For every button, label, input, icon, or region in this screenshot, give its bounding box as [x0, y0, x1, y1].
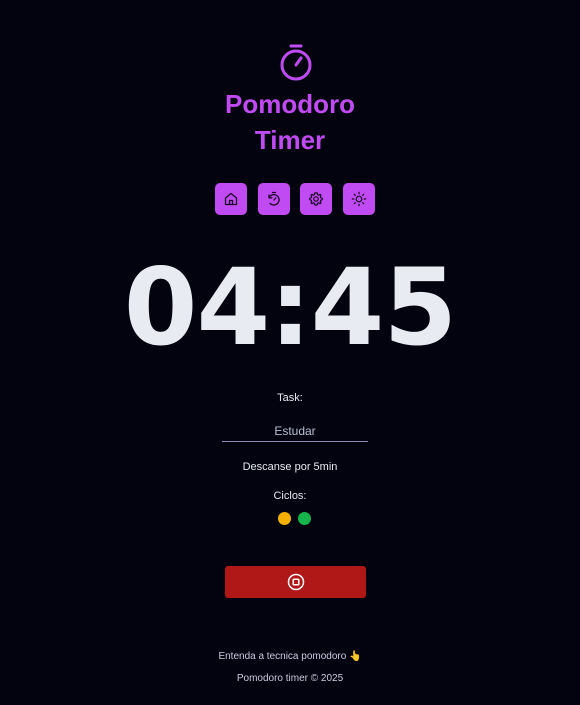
settings-button[interactable]: [300, 183, 332, 215]
home-icon: [224, 192, 238, 206]
gear-icon: [309, 192, 323, 206]
stop-circle-icon: [287, 573, 304, 591]
stopwatch-icon: [280, 44, 312, 81]
timer-display: 04:45: [123, 246, 457, 369]
task-input[interactable]: [222, 421, 368, 442]
cycle-dot-done: [298, 512, 311, 525]
pomodoro-page: Pomodoro Timer 04:45 Task: Estudar Desca…: [0, 0, 580, 705]
theme-toggle-button[interactable]: [343, 183, 375, 215]
pomodoro-info-link-text: Entenda a tecnica pomodoro: [218, 651, 347, 662]
cycle-dot-current: [278, 512, 291, 525]
sun-icon: [351, 191, 367, 207]
page-title-line1: Pomodoro: [225, 89, 355, 119]
stop-button[interactable]: [225, 566, 366, 598]
pomodoro-info-link[interactable]: Entenda a tecnica pomodoro 👆: [0, 650, 580, 663]
reset-timer-button[interactable]: [258, 183, 290, 215]
home-button[interactable]: [215, 183, 247, 215]
page-title-line2: Timer: [254, 125, 326, 155]
timer-reset-icon: [268, 191, 280, 206]
cycles-label: Ciclos:: [273, 490, 307, 502]
cycle-dots: [278, 512, 314, 526]
copyright-text: Pomodoro timer © 2025: [236, 673, 344, 684]
task-label: Task:: [277, 392, 303, 404]
status-text: Descanse por 5min: [242, 461, 338, 473]
toolbar: [215, 183, 375, 216]
click-hand-icon: 👆: [349, 651, 362, 662]
